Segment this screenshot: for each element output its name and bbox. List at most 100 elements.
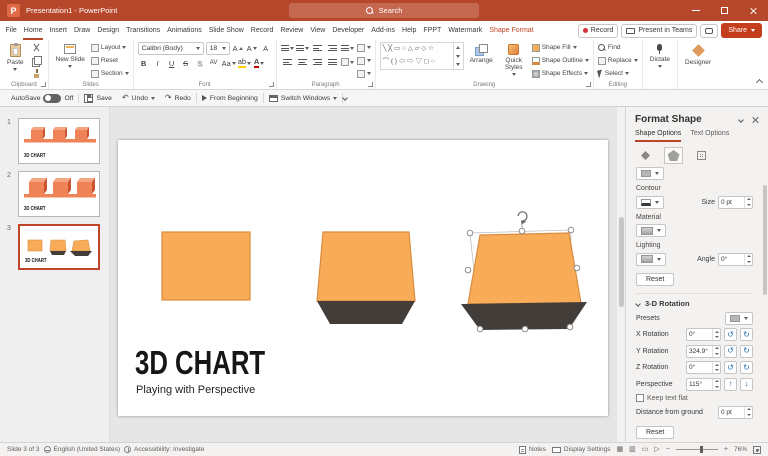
language-status[interactable]: English (United States) bbox=[44, 446, 120, 453]
convert-to-smartart-button[interactable] bbox=[357, 68, 371, 79]
slide-subtitle-text[interactable]: Playing with Perspective bbox=[136, 384, 255, 396]
select-button[interactable]: Select bbox=[598, 68, 638, 79]
change-case-button[interactable]: Aa bbox=[222, 57, 236, 69]
display-settings-button[interactable]: Display Settings bbox=[552, 446, 611, 453]
material-dropdown[interactable] bbox=[636, 224, 666, 237]
strikethrough-button[interactable]: S bbox=[180, 57, 192, 69]
font-size-select[interactable]: 18 bbox=[206, 42, 230, 55]
minimize-button[interactable] bbox=[681, 0, 710, 21]
size-properties-icon[interactable] bbox=[692, 147, 711, 164]
slide-thumbnail-2[interactable]: 2 3D CHART bbox=[18, 171, 102, 217]
tab-animations[interactable]: Animations bbox=[164, 21, 206, 40]
justify-button[interactable] bbox=[326, 56, 339, 68]
tab-file[interactable]: File bbox=[2, 21, 20, 40]
align-left-button[interactable] bbox=[281, 56, 294, 68]
distance-from-ground-input[interactable]: 0 pt bbox=[718, 406, 753, 419]
normal-view-button[interactable]: ▦ bbox=[617, 446, 624, 453]
shape-3d-box-2-bottom[interactable] bbox=[317, 301, 415, 324]
shape-3d-box-2-front[interactable] bbox=[317, 232, 415, 301]
line-spacing-button[interactable] bbox=[341, 42, 354, 54]
undo-button[interactable]: ↶ Undo bbox=[117, 90, 160, 106]
x-rotation-input[interactable]: 0° bbox=[686, 328, 721, 341]
rotate-handle[interactable] bbox=[518, 212, 527, 225]
fit-to-window-icon[interactable] bbox=[753, 446, 761, 454]
y-rotate-right-button[interactable]: ↻ bbox=[740, 345, 753, 358]
save-button[interactable]: Save bbox=[79, 90, 117, 106]
y-rotation-input[interactable]: 324.9° bbox=[686, 345, 721, 358]
shape-gallery-row-1[interactable]: ╲ ╳ ▭ ○ △ ▱ ◇ ☆ bbox=[383, 46, 451, 53]
share-button[interactable]: Share bbox=[721, 23, 762, 38]
tab-help[interactable]: Help bbox=[399, 21, 420, 40]
cut-button[interactable] bbox=[30, 42, 44, 53]
replace-button[interactable]: Replace bbox=[598, 55, 638, 66]
slide-thumbnail-1[interactable]: 1 3D CHART bbox=[18, 118, 102, 164]
format-painter-button[interactable] bbox=[30, 68, 44, 79]
paste-button[interactable]: Paste bbox=[4, 42, 27, 73]
powerpoint-logo-icon[interactable]: P bbox=[7, 4, 20, 17]
shape-gallery-row-2[interactable]: ⌒ { } ⇦ ⇨ ▽ ◻ ○ bbox=[383, 59, 451, 66]
tab-shape-options[interactable]: Shape Options bbox=[635, 130, 681, 142]
3d-rotation-section-header[interactable]: 3-D Rotation bbox=[636, 299, 753, 308]
columns-button[interactable] bbox=[341, 56, 354, 68]
widen-perspective-button[interactable]: ↓ bbox=[740, 378, 753, 391]
keep-text-flat-checkbox[interactable] bbox=[636, 394, 644, 402]
align-center-button[interactable] bbox=[296, 56, 309, 68]
tab-transitions[interactable]: Transitions bbox=[123, 21, 164, 40]
zoom-out-button[interactable]: − bbox=[666, 446, 670, 453]
designer-button[interactable]: Designer bbox=[682, 42, 714, 68]
new-slide-button[interactable]: New Slide bbox=[53, 42, 88, 70]
slide-indicator[interactable]: Slide 3 of 3 bbox=[7, 446, 40, 453]
reset-button[interactable]: Reset bbox=[91, 55, 129, 66]
maximize-button[interactable] bbox=[710, 0, 739, 21]
bullets-button[interactable] bbox=[281, 42, 294, 54]
perspective-input[interactable]: 115° bbox=[686, 378, 721, 391]
gallery-more-button[interactable] bbox=[454, 60, 463, 69]
reset-3d-format-button[interactable]: Reset bbox=[636, 273, 674, 286]
slide-thumbnail-3-selected[interactable]: 3 3D CHART bbox=[18, 224, 102, 270]
clipboard-dialog-launcher[interactable] bbox=[41, 82, 46, 87]
font-name-select[interactable]: Calibri (Body) bbox=[138, 42, 204, 55]
highlight-color-button[interactable]: ab bbox=[238, 57, 251, 69]
shape-effects-button[interactable]: Shape Effects bbox=[532, 68, 589, 79]
slide-title-text[interactable]: 3D CHART bbox=[135, 346, 265, 379]
from-beginning-button[interactable]: From Beginning bbox=[197, 90, 263, 106]
contour-size-input[interactable]: 0 pt bbox=[718, 196, 753, 209]
bold-button[interactable]: B bbox=[138, 57, 150, 69]
x-rotate-right-button[interactable]: ↻ bbox=[740, 328, 753, 341]
quick-styles-button[interactable]: Quick Styles bbox=[499, 42, 529, 78]
paragraph-dialog-launcher[interactable] bbox=[368, 82, 373, 87]
text-direction-button[interactable] bbox=[357, 42, 371, 53]
z-rotate-right-button[interactable]: ↻ bbox=[740, 361, 753, 374]
close-button[interactable] bbox=[739, 0, 768, 21]
reading-view-button[interactable]: ▭ bbox=[642, 446, 649, 453]
contour-color-dropdown[interactable] bbox=[636, 196, 664, 209]
decrease-font-size-button[interactable]: A bbox=[246, 43, 258, 55]
gallery-up-button[interactable] bbox=[454, 43, 463, 52]
tab-developer[interactable]: Developer bbox=[329, 21, 368, 40]
align-right-button[interactable] bbox=[311, 56, 324, 68]
effects-icon[interactable] bbox=[664, 147, 683, 164]
font-dialog-launcher[interactable] bbox=[269, 82, 274, 87]
dictate-button[interactable]: Dictate bbox=[647, 42, 673, 70]
font-color-button[interactable]: A bbox=[253, 57, 265, 69]
spin-down[interactable] bbox=[745, 202, 752, 208]
y-rotate-left-button[interactable]: ↺ bbox=[724, 345, 737, 358]
tab-home[interactable]: Home bbox=[20, 21, 46, 40]
lighting-angle-input[interactable]: 0° bbox=[718, 253, 753, 266]
align-text-button[interactable] bbox=[357, 55, 371, 66]
slide-sorter-view-button[interactable]: ▥ bbox=[629, 446, 636, 453]
tab-slide-show[interactable]: Slide Show bbox=[205, 21, 247, 40]
customize-qat-button[interactable] bbox=[342, 95, 348, 101]
slide-editing-surface[interactable]: 3D CHART Playing with Perspective bbox=[118, 140, 608, 416]
gallery-down-button[interactable] bbox=[454, 52, 463, 61]
pane-close-icon[interactable] bbox=[751, 116, 759, 124]
character-spacing-button[interactable]: AV bbox=[208, 57, 220, 69]
tab-draw[interactable]: Draw bbox=[70, 21, 93, 40]
presets-dropdown[interactable] bbox=[725, 312, 753, 325]
notes-toggle[interactable]: Notes bbox=[519, 446, 546, 454]
scrollbar-thumb[interactable] bbox=[619, 217, 624, 307]
shape-fill-button[interactable]: Shape Fill bbox=[532, 42, 589, 53]
present-in-teams-button[interactable]: Present in Teams bbox=[621, 24, 697, 38]
narrow-perspective-button[interactable]: ↑ bbox=[724, 378, 737, 391]
numbering-button[interactable] bbox=[296, 42, 309, 54]
